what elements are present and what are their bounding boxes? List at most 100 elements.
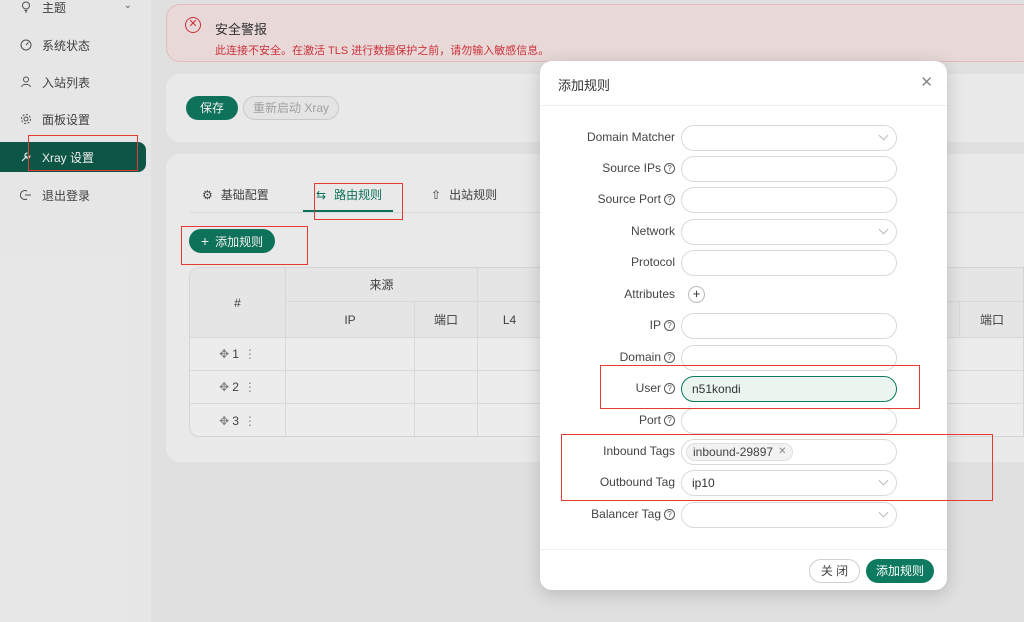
table-cell [415,404,478,436]
close-button[interactable]: 关 闭 [809,559,860,583]
field-protocol: Protocol [540,250,947,276]
help-icon[interactable]: ? [664,193,675,205]
row-index: 3 [232,414,239,428]
security-alert: ✕ 安全警报 此连接不安全。在激活 TLS 进行数据保护之前，请勿输入敏感信息。 [166,4,1024,62]
sidebar-item-logout[interactable]: 退出登录 [0,180,146,210]
alert-description: 此连接不安全。在激活 TLS 进行数据保护之前，请勿输入敏感信息。 [215,45,550,57]
field-domain-matcher: Domain Matcher [540,125,947,151]
table-cell [286,404,415,436]
field-label: Network [630,224,675,238]
field-source-port: Source Port? [540,187,947,213]
gear-icon: ⚙ [202,187,213,202]
tool-icon [20,151,32,163]
sidebar-item-panel-settings[interactable]: 面板设置 [0,104,146,134]
tab-basic-config[interactable]: ⚙ 基础配置 [202,186,269,203]
more-icon[interactable]: ⋮ [244,347,256,361]
field-label: Protocol [630,255,675,269]
active-tab-indicator [303,210,393,212]
user-input[interactable]: n51kondi [681,376,897,402]
port-input[interactable] [681,408,897,434]
field-label: Domain Matcher [586,130,675,144]
protocol-select[interactable] [681,250,897,276]
inbound-tag-chip: inbound-29897 ✕ [686,443,794,461]
add-rule-modal: 添加规则 ✕ Domain Matcher Source IPs? Source… [540,61,947,590]
domain-matcher-select[interactable] [681,125,897,151]
help-icon[interactable]: ? [664,414,675,426]
close-icon[interactable]: ✕ [920,73,933,91]
tab-outbound-rules[interactable]: ⇧ 出站规则 [431,186,497,203]
tab-label: 基础配置 [220,188,269,202]
column-group-source: 来源 [286,268,478,302]
field-label: Port? [639,413,675,427]
alert-title: 安全警报 [215,22,268,37]
source-port-input[interactable] [681,187,897,213]
divider [540,549,947,550]
sidebar-item-system-status[interactable]: 系统状态 [0,30,146,60]
outbound-tag-select[interactable]: ip10 [681,470,897,496]
gear-icon [20,113,32,125]
tab-label: 出站规则 [449,188,498,202]
field-source-ips: Source IPs? [540,156,947,182]
sidebar-item-label: 系统状态 [42,38,91,53]
row-index: 2 [232,380,239,394]
drag-handle-icon[interactable]: ✥ [219,414,229,428]
table-row[interactable]: ✥ 1 ⋮ [190,338,286,371]
domain-input[interactable] [681,345,897,371]
field-label: Outbound Tag [599,475,675,489]
balancer-tag-select[interactable] [681,502,897,528]
tab-routing-rules[interactable]: ⇆ 路由规则 [316,186,382,203]
inbound-tags-select[interactable]: inbound-29897 ✕ [681,439,897,465]
field-label: Inbound Tags [603,444,675,458]
tab-label: 路由规则 [334,188,383,202]
drag-handle-icon[interactable]: ✥ [219,347,229,361]
ip-input[interactable] [681,313,897,339]
field-label: Attributes [624,287,675,301]
chevron-down-icon: ⌄ [123,0,132,11]
column-header-port-right: 端口 [960,302,1023,338]
sidebar: 主题 ⌄ 系统状态 入站列表 面板设置 Xray 设置 退出登录 [0,0,151,622]
sidebar-item-label: 退出登录 [42,188,91,203]
field-ip: IP? [540,313,947,339]
close-circle-icon: ✕ [185,17,201,33]
help-icon[interactable]: ? [664,162,675,174]
field-label: User? [636,381,675,395]
table-row[interactable]: ✥ 3 ⋮ [190,404,286,436]
help-icon[interactable]: ? [664,382,675,394]
network-select[interactable] [681,219,897,245]
add-attribute-button[interactable]: + [688,286,705,303]
field-label: Source IPs? [602,161,675,175]
sidebar-item-xray-settings[interactable]: Xray 设置 [0,142,146,172]
add-rule-submit-button[interactable]: 添加规则 [866,559,934,583]
field-label: Balancer Tag? [591,507,675,521]
sidebar-item-label: Xray 设置 [42,150,95,165]
drag-handle-icon[interactable]: ✥ [219,380,229,394]
help-icon[interactable]: ? [664,351,675,363]
restart-xray-button[interactable]: 重新启动 Xray [243,96,339,120]
table-cell [415,338,478,371]
field-attributes: Attributes + [540,284,947,310]
sidebar-item-label: 入站列表 [42,75,91,90]
table-row[interactable]: ✥ 2 ⋮ [190,371,286,404]
help-icon[interactable]: ? [664,508,675,520]
logout-icon [20,189,32,201]
sidebar-item-inbounds[interactable]: 入站列表 [0,67,146,97]
more-icon[interactable]: ⋮ [244,380,256,394]
field-label: IP? [650,318,675,332]
sidebar-item-theme[interactable]: 主题 ⌄ [0,0,146,22]
help-icon[interactable]: ? [664,319,675,331]
add-rule-button[interactable]: + 添加规则 [189,229,275,253]
sidebar-item-label: 面板设置 [42,112,91,127]
source-ips-input[interactable] [681,156,897,182]
row-index: 1 [232,347,239,361]
field-label: Domain? [620,350,675,364]
field-label: Source Port? [598,192,675,206]
divider [540,105,947,106]
field-port: Port? [540,408,947,434]
field-inbound-tags: Inbound Tags inbound-29897 ✕ [540,439,947,465]
upload-icon: ⇧ [431,187,442,202]
save-button[interactable]: 保存 [186,96,238,120]
close-icon[interactable]: ✕ [778,444,786,460]
column-header-l4: L4 [478,302,542,338]
more-icon[interactable]: ⋮ [244,414,256,428]
field-network: Network [540,219,947,245]
